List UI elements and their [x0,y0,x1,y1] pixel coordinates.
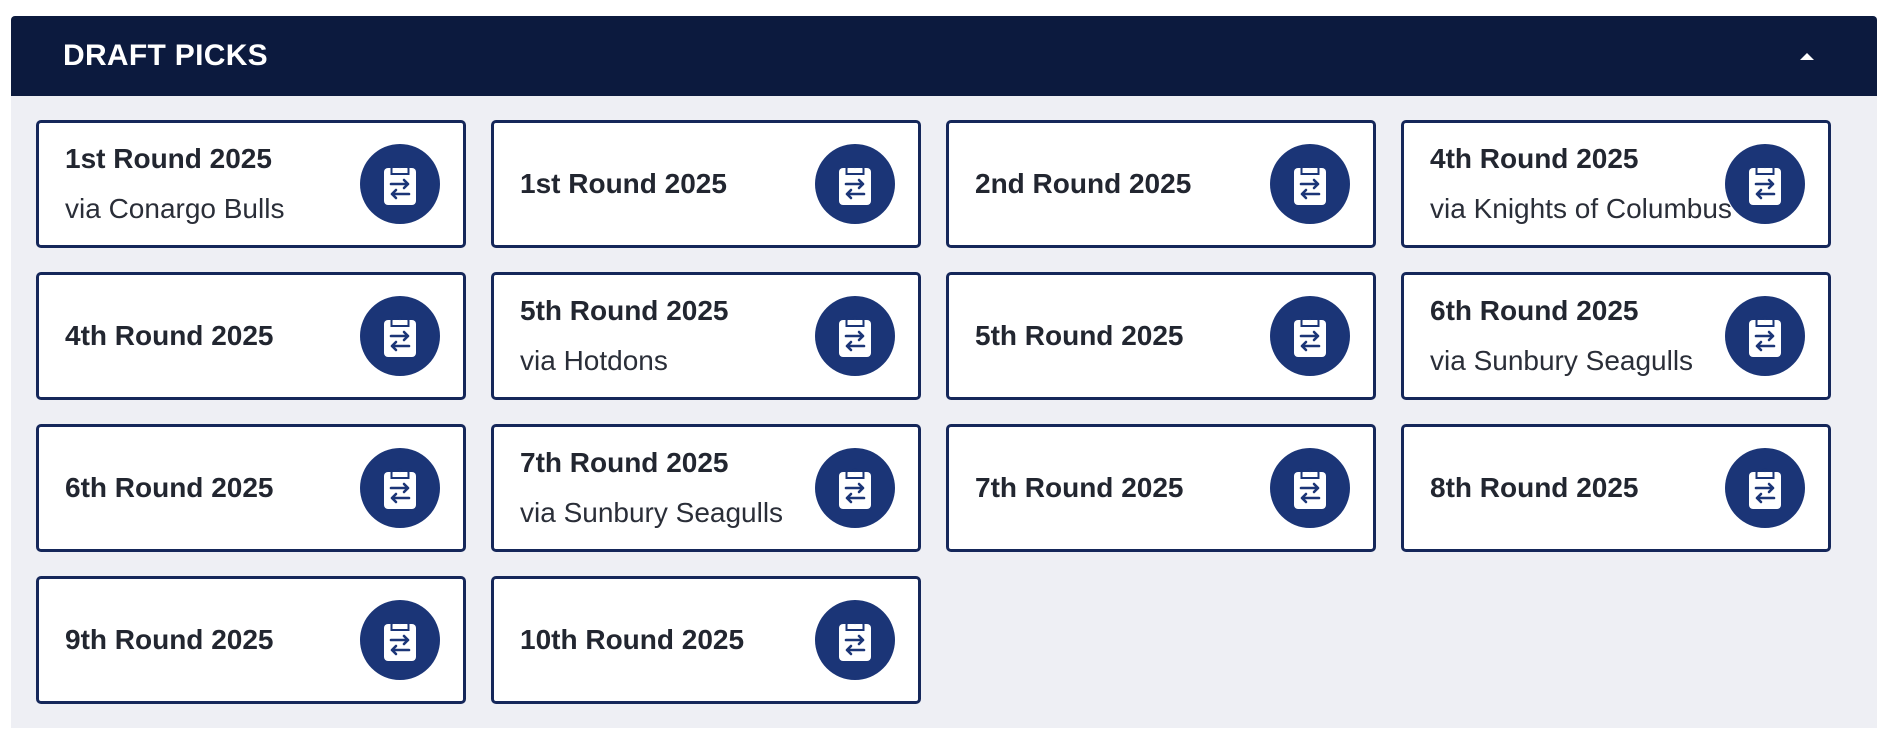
clipboard-trade-icon[interactable] [360,448,440,528]
draft-pick-card[interactable]: 9th Round 2025 [36,576,466,704]
clipboard-trade-icon[interactable] [815,144,895,224]
draft-picks-grid: 1st Round 2025 via Conargo Bulls 1st Rou… [36,120,1831,704]
clipboard-trade-icon[interactable] [1270,296,1350,376]
clipboard-trade-icon[interactable] [1270,448,1350,528]
caret-up-icon[interactable] [1794,43,1820,69]
draft-pick-card[interactable]: 1st Round 2025 via Conargo Bulls [36,120,466,248]
draft-pick-card[interactable]: 2nd Round 2025 [946,120,1376,248]
clipboard-trade-icon[interactable] [1725,448,1805,528]
clipboard-trade-icon[interactable] [360,296,440,376]
panel-header[interactable]: DRAFT PICKS [11,16,1877,96]
draft-pick-card[interactable]: 7th Round 2025 via Sunbury Seagulls [491,424,921,552]
draft-pick-card[interactable]: 10th Round 2025 [491,576,921,704]
panel-title: DRAFT PICKS [63,39,268,72]
clipboard-trade-icon[interactable] [815,448,895,528]
clipboard-trade-icon[interactable] [360,144,440,224]
draft-pick-card[interactable]: 4th Round 2025 [36,272,466,400]
draft-pick-card[interactable]: 1st Round 2025 [491,120,921,248]
clipboard-trade-icon[interactable] [1725,144,1805,224]
clipboard-trade-icon[interactable] [815,296,895,376]
draft-pick-card[interactable]: 4th Round 2025 via Knights of Columbus [1401,120,1831,248]
draft-pick-card[interactable]: 8th Round 2025 [1401,424,1831,552]
draft-picks-panel: DRAFT PICKS 1st Round 2025 via Conargo B… [11,16,1877,728]
clipboard-trade-icon[interactable] [360,600,440,680]
draft-pick-card[interactable]: 6th Round 2025 [36,424,466,552]
draft-pick-card[interactable]: 5th Round 2025 [946,272,1376,400]
clipboard-trade-icon[interactable] [1270,144,1350,224]
clipboard-trade-icon[interactable] [1725,296,1805,376]
clipboard-trade-icon[interactable] [815,600,895,680]
draft-pick-card[interactable]: 6th Round 2025 via Sunbury Seagulls [1401,272,1831,400]
draft-pick-card[interactable]: 7th Round 2025 [946,424,1376,552]
draft-pick-card[interactable]: 5th Round 2025 via Hotdons [491,272,921,400]
